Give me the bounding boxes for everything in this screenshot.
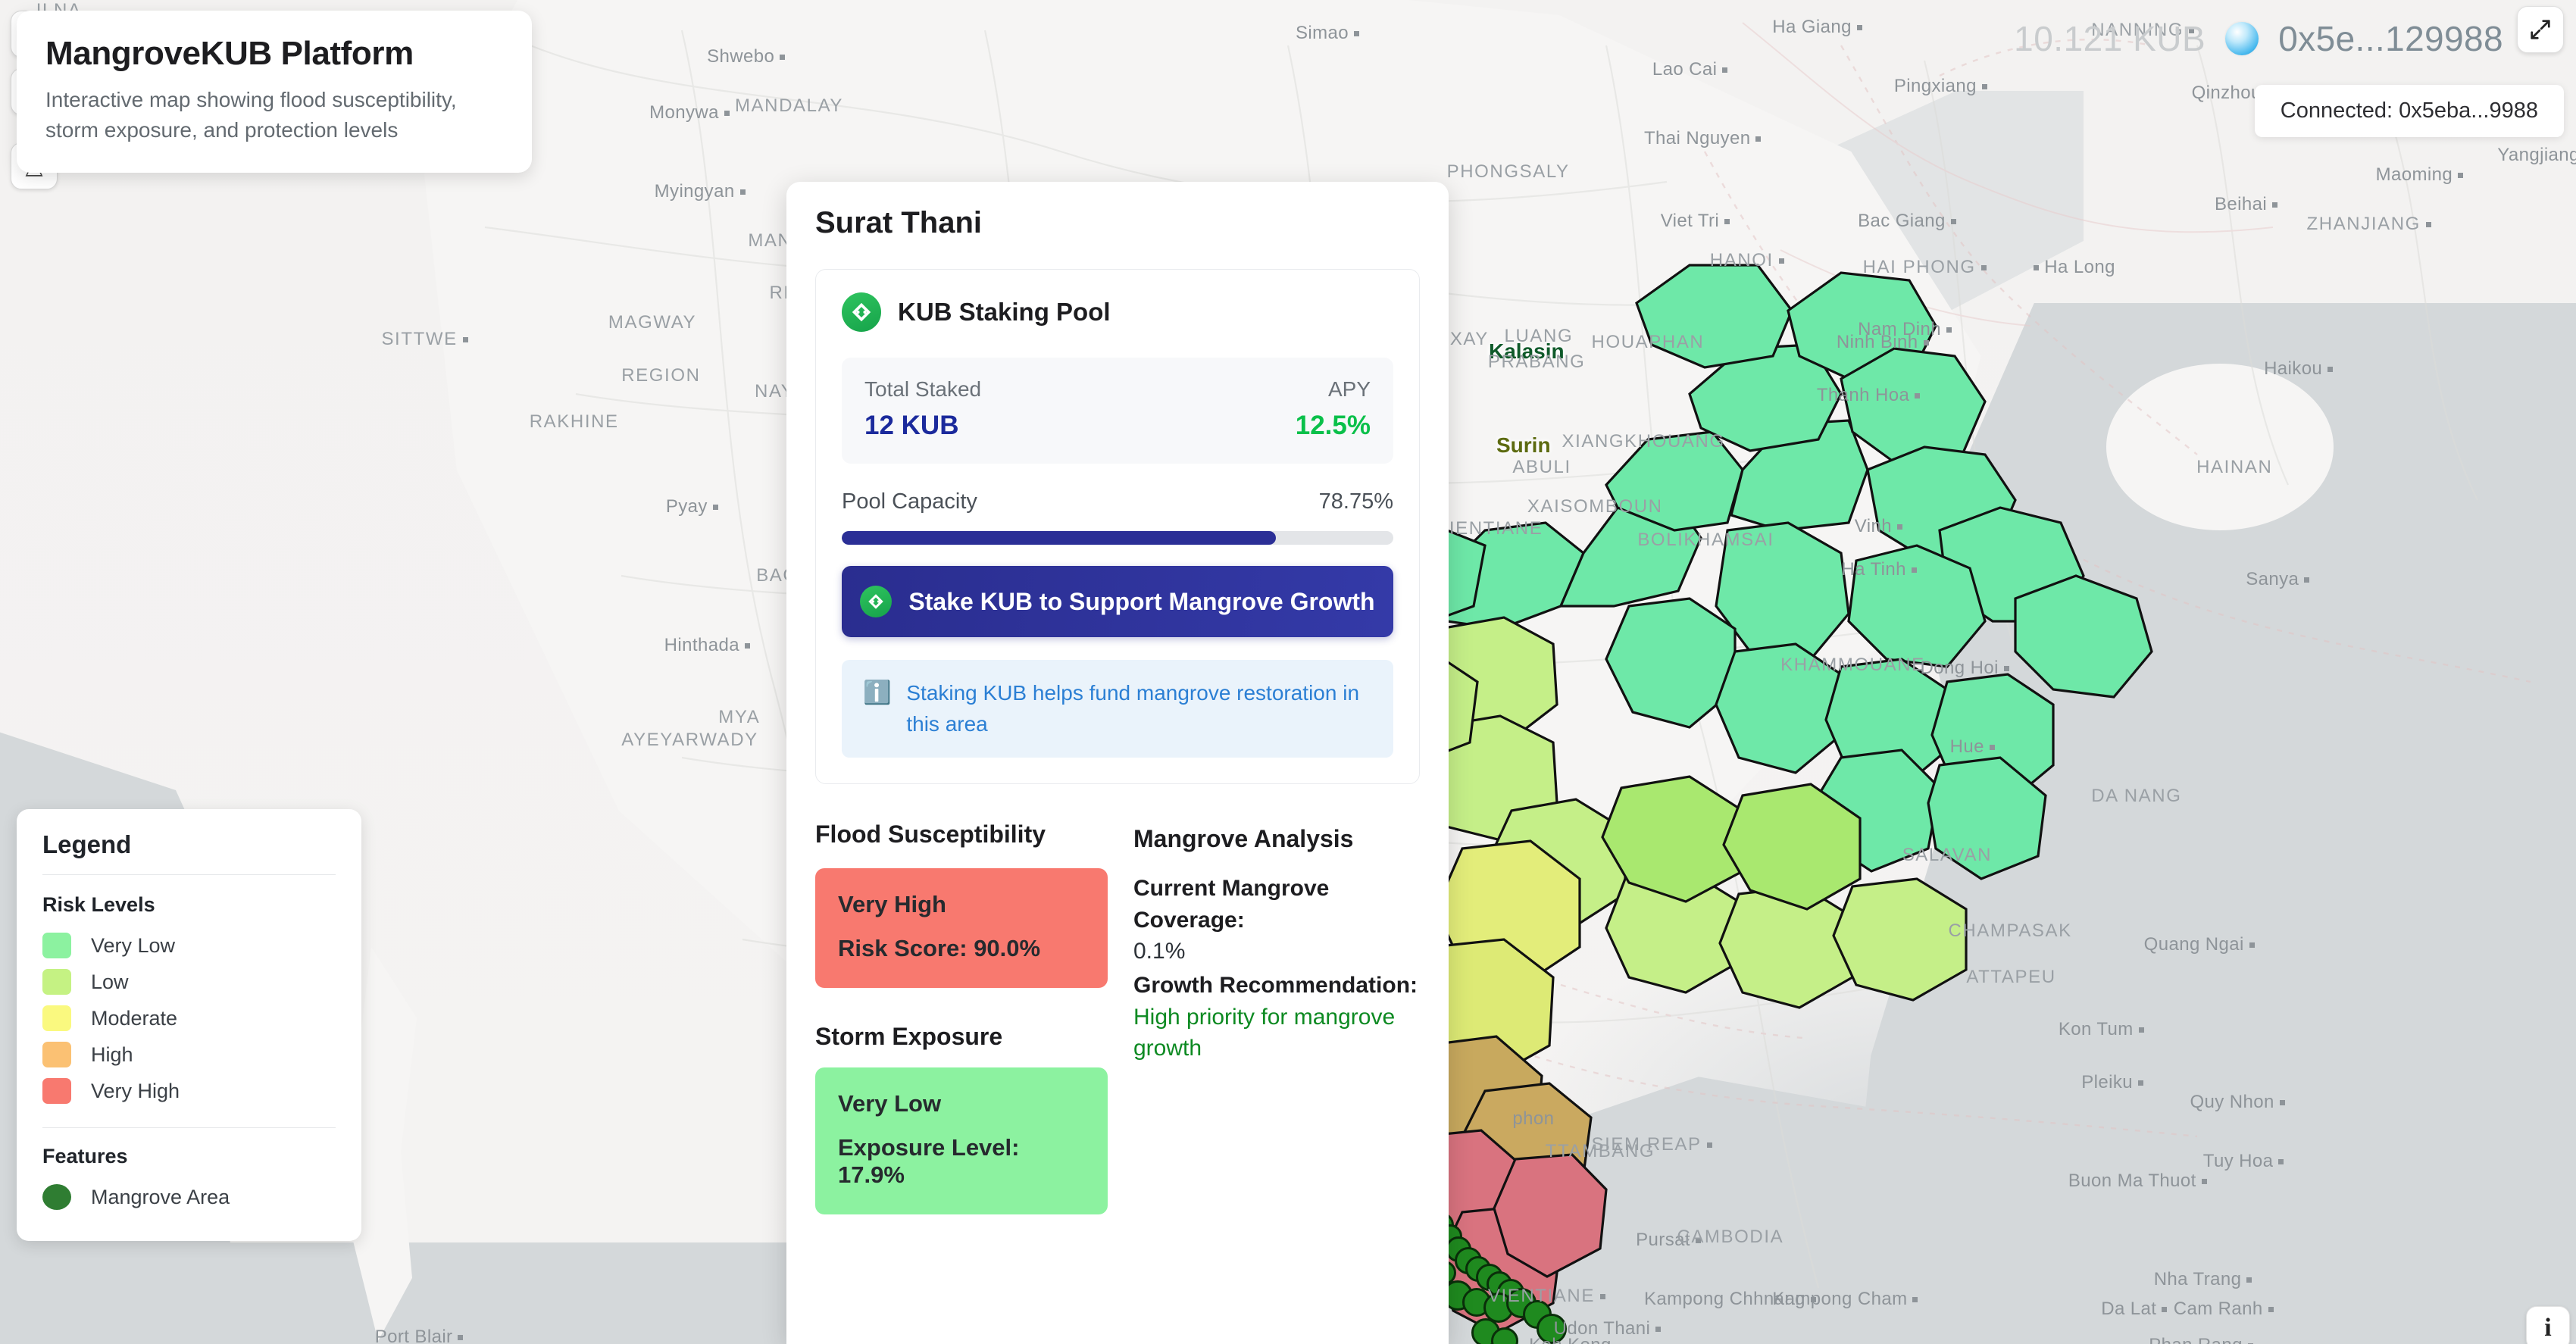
mangrove-recommendation-value: High priority for mangrove growth: [1133, 1004, 1396, 1061]
staking-pool-header: KUB Staking Pool: [842, 292, 1393, 332]
mangrove-coverage-label: Current Mangrove Coverage:: [1133, 876, 1330, 933]
page-subtitle: Interactive map showing flood susceptibi…: [45, 88, 457, 142]
storm-exposure-score: Exposure Level: 17.9%: [838, 1134, 1020, 1189]
flood-risk-level: Very High: [838, 891, 946, 918]
legend-divider-2: [42, 1127, 336, 1128]
pool-capacity-value: 78.75%: [1318, 489, 1393, 514]
legend-swatch: [42, 1005, 71, 1031]
province-detail-popup[interactable]: Surat Thani KUB Staking Pool Total Stake…: [786, 182, 1449, 1344]
kub-logo-icon: [842, 292, 881, 332]
storm-exposure-heading: Storm Exposure: [815, 1023, 1003, 1051]
info-circle-icon: ℹ️: [863, 680, 892, 705]
total-staked-value: 12 KUB: [864, 411, 959, 440]
expand-arrows-icon: [2531, 20, 2550, 39]
staking-stats-box: Total Staked APY 12 KUB 12.5%: [842, 358, 1393, 464]
total-staked-label: Total Staked: [864, 377, 982, 401]
popup-title: Surat Thani: [815, 206, 983, 239]
apy-value: 12.5%: [1295, 411, 1371, 440]
legend-risk-label: Very Low: [91, 933, 176, 957]
mangrove-recommendation-label: Growth Recommendation:: [1133, 973, 1418, 999]
wallet-connected-badge: Connected: 0x5eba...9988: [2254, 85, 2564, 137]
staking-stats-values: 12 KUB 12.5%: [864, 402, 1371, 441]
legend-risk-row: Very High: [42, 1073, 336, 1109]
legend-risk-row: Very Low: [42, 927, 336, 964]
legend-risk-row: Moderate: [42, 1000, 336, 1036]
map-canvas[interactable]: Kalasin Surin ILNAShweboMonywaMANDALAYMy…: [0, 0, 2576, 1344]
legend-risk-label: Moderate: [91, 1006, 178, 1030]
kub-logo-icon-small: [860, 586, 893, 617]
fullscreen-expand-icon[interactable]: [2517, 6, 2564, 53]
wallet-bar[interactable]: 10.121 KUB 0x5e...129988: [2014, 18, 2503, 59]
legend-risk-list: Very Low Low Moderate High Very High: [42, 927, 336, 1109]
legend-risk-label: High: [91, 1042, 133, 1066]
storm-exposure-level: Very Low: [838, 1090, 942, 1117]
flood-risk-badge: Very High Risk Score: 90.0%: [815, 868, 1108, 989]
risk-metrics-column: Flood Susceptibility Very High Risk Scor…: [815, 820, 1108, 1249]
legend-swatch: [42, 1078, 71, 1104]
legend-panel: Legend Risk Levels Very Low Low Moderate Hi…: [17, 809, 361, 1241]
pool-capacity-label: Pool Capacity: [842, 489, 977, 514]
legend-divider: [42, 874, 336, 875]
legend-risk-label: Very High: [91, 1079, 180, 1102]
stake-kub-button-label: Stake KUB to Support Mangrove Growth: [908, 587, 1375, 615]
flood-risk-score: Risk Score: 90.0%: [838, 935, 1041, 962]
page-title: MangroveKUB Platform: [45, 35, 414, 72]
legend-risk-row: High: [42, 1036, 336, 1073]
flood-susceptibility-heading: Flood Susceptibility: [815, 820, 1046, 849]
mangrove-area-icon: [42, 1184, 71, 1210]
storm-exposure-badge: Very Low Exposure Level: 17.9%: [815, 1067, 1108, 1215]
wallet-avatar-icon: [2225, 22, 2259, 55]
legend-feature-row: Mangrove Area: [42, 1179, 336, 1215]
pool-capacity-progress-fill: [842, 531, 1277, 545]
legend-features-list: Mangrove Area: [42, 1179, 336, 1215]
legend-feature-label: Mangrove Area: [91, 1185, 230, 1208]
wallet-balance: 10.121 KUB: [2014, 19, 2206, 58]
wallet-address[interactable]: 0x5e...129988: [2278, 18, 2503, 59]
pool-capacity-row: Pool Capacity 78.75%: [842, 489, 1393, 514]
apy-label: APY: [1327, 377, 1371, 401]
legend-risk-row: Low: [42, 964, 336, 1000]
pool-capacity-progress: [842, 531, 1393, 545]
legend-title: Legend: [42, 830, 132, 858]
kub-glyph-icon-small: [868, 594, 884, 609]
mangrove-analysis-heading: Mangrove Analysis: [1133, 825, 1354, 853]
mangrove-coverage-value: 0.1%: [1133, 938, 1186, 964]
staking-pool-card: KUB Staking Pool Total Staked APY 12 KUB…: [815, 269, 1420, 785]
legend-features-heading: Features: [42, 1145, 128, 1167]
mangrove-analysis-column: Mangrove Analysis Current Mangrove Cover…: [1133, 820, 1420, 1249]
staking-info-text: Staking KUB helps fund mangrove restorat…: [906, 681, 1360, 736]
legend-swatch: [42, 1042, 71, 1067]
legend-risk-label: Low: [91, 970, 129, 993]
stake-kub-button[interactable]: Stake KUB to Support Mangrove Growth: [842, 566, 1393, 637]
app-header-card: MangroveKUB Platform Interactive map sho…: [17, 11, 532, 173]
staking-pool-title: KUB Staking Pool: [898, 298, 1111, 326]
risk-metrics-section: Flood Susceptibility Very High Risk Scor…: [815, 820, 1420, 1249]
legend-risk-heading: Risk Levels: [42, 893, 155, 916]
staking-info-note: ℹ️ Staking KUB helps fund mangrove resto…: [842, 660, 1393, 758]
kub-glyph-icon: [852, 302, 871, 322]
legend-swatch: [42, 933, 71, 958]
info-icon[interactable]: i: [2526, 1306, 2570, 1344]
mangrove-marker[interactable]: [1537, 1314, 1567, 1344]
legend-swatch: [42, 969, 71, 995]
staking-stats-labels: Total Staked APY: [864, 377, 1371, 402]
